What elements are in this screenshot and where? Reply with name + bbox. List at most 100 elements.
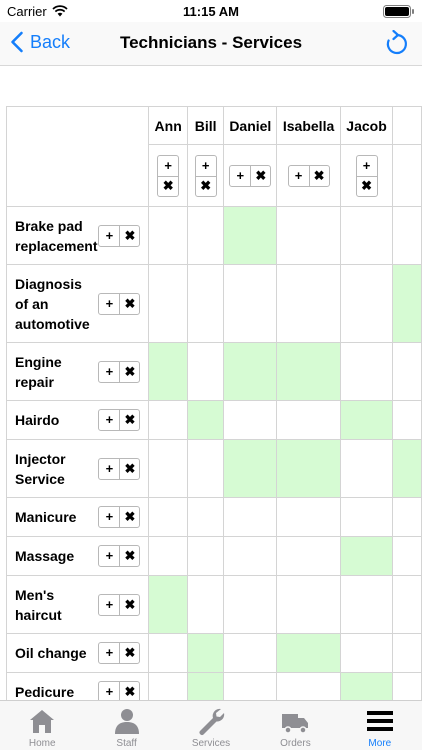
assigned-cell[interactable] <box>392 439 422 498</box>
service-add-button[interactable]: + <box>99 595 119 615</box>
unassigned-cell[interactable] <box>276 536 341 576</box>
technician-add-button[interactable]: + <box>357 156 377 176</box>
unassigned-cell[interactable] <box>186 342 225 401</box>
unassigned-cell[interactable] <box>339 575 394 634</box>
service-add-button[interactable]: + <box>99 294 119 314</box>
tab-more[interactable]: More <box>338 701 422 750</box>
unassigned-cell[interactable] <box>392 206 422 265</box>
service-remove-button[interactable]: ✖ <box>119 225 139 246</box>
assignment-grid[interactable]: Ann Bill Daniel Isabella Jacob + ✖ + ✖ + ✖ + ✖ + ✖ Bra… <box>0 66 422 700</box>
service-remove-button[interactable]: ✖ <box>119 682 139 700</box>
technician-add-button[interactable]: + <box>289 166 309 186</box>
service-row: Diagnosis of an automotive + ✖ <box>5 264 422 343</box>
assigned-cell[interactable] <box>339 536 394 576</box>
tab-staff[interactable]: Staff <box>84 701 168 750</box>
service-remove-button[interactable]: ✖ <box>119 546 139 566</box>
assigned-cell[interactable] <box>148 342 188 401</box>
technician-remove-button[interactable]: ✖ <box>158 175 179 196</box>
unassigned-cell[interactable] <box>339 633 394 673</box>
unassigned-cell[interactable] <box>392 342 422 401</box>
service-add-button[interactable]: + <box>99 362 119 382</box>
assigned-cell[interactable] <box>392 264 422 343</box>
unassigned-cell[interactable] <box>339 497 394 537</box>
unassigned-cell[interactable] <box>186 575 225 634</box>
service-remove-button[interactable]: ✖ <box>119 507 139 527</box>
assigned-cell[interactable] <box>186 400 225 440</box>
service-add-button[interactable]: + <box>99 643 119 663</box>
assigned-cell[interactable] <box>186 672 225 700</box>
unassigned-cell[interactable] <box>148 536 188 576</box>
tab-services[interactable]: Services <box>169 701 253 750</box>
unassigned-cell[interactable] <box>223 672 278 700</box>
service-add-button[interactable]: + <box>99 459 119 479</box>
unassigned-cell[interactable] <box>392 672 422 700</box>
unassigned-cell[interactable] <box>223 633 278 673</box>
service-remove-button[interactable]: ✖ <box>119 410 139 430</box>
unassigned-cell[interactable] <box>276 575 341 634</box>
unassigned-cell[interactable] <box>148 400 188 440</box>
unassigned-cell[interactable] <box>186 497 225 537</box>
unassigned-cell[interactable] <box>148 497 188 537</box>
unassigned-cell[interactable] <box>392 400 422 440</box>
technician-name-row: Ann Bill Daniel Isabella Jacob <box>5 106 422 207</box>
unassigned-cell[interactable] <box>186 264 225 343</box>
assigned-cell[interactable] <box>276 633 341 673</box>
unassigned-cell[interactable] <box>223 536 278 576</box>
unassigned-cell[interactable] <box>339 264 394 343</box>
assigned-cell[interactable] <box>223 342 278 401</box>
unassigned-cell[interactable] <box>186 206 225 265</box>
tab-orders[interactable]: Orders <box>253 701 337 750</box>
unassigned-cell[interactable] <box>339 206 394 265</box>
unassigned-cell[interactable] <box>186 439 225 498</box>
assigned-cell[interactable] <box>148 575 188 634</box>
staff-icon <box>114 709 139 734</box>
service-add-button[interactable]: + <box>99 226 119 246</box>
service-add-button[interactable]: + <box>99 507 119 527</box>
service-add-button[interactable]: + <box>99 546 119 566</box>
technician-remove-button[interactable]: ✖ <box>308 165 329 186</box>
technician-add-button[interactable]: + <box>230 166 250 186</box>
assigned-cell[interactable] <box>339 400 394 440</box>
unassigned-cell[interactable] <box>339 342 394 401</box>
unassigned-cell[interactable] <box>223 497 278 537</box>
technician-add-button[interactable]: + <box>158 156 178 176</box>
assigned-cell[interactable] <box>276 342 341 401</box>
unassigned-cell[interactable] <box>276 672 341 700</box>
unassigned-cell[interactable] <box>392 633 422 673</box>
unassigned-cell[interactable] <box>276 497 341 537</box>
refresh-icon[interactable] <box>384 30 408 56</box>
unassigned-cell[interactable] <box>276 400 341 440</box>
service-remove-button[interactable]: ✖ <box>119 361 139 382</box>
technician-add-button[interactable]: + <box>196 156 216 176</box>
unassigned-cell[interactable] <box>148 672 188 700</box>
assigned-cell[interactable] <box>276 439 341 498</box>
service-add-button[interactable]: + <box>99 410 119 430</box>
assigned-cell[interactable] <box>223 206 278 265</box>
unassigned-cell[interactable] <box>148 264 188 343</box>
unassigned-cell[interactable] <box>148 206 188 265</box>
unassigned-cell[interactable] <box>276 206 341 265</box>
service-remove-button[interactable]: ✖ <box>119 293 139 314</box>
service-add-button[interactable]: + <box>99 682 119 700</box>
technician-remove-button[interactable]: ✖ <box>356 175 377 196</box>
unassigned-cell[interactable] <box>276 264 341 343</box>
assigned-cell[interactable] <box>186 633 225 673</box>
unassigned-cell[interactable] <box>392 536 422 576</box>
unassigned-cell[interactable] <box>223 575 278 634</box>
unassigned-cell[interactable] <box>186 536 225 576</box>
unassigned-cell[interactable] <box>223 264 278 343</box>
assigned-cell[interactable] <box>339 672 394 700</box>
unassigned-cell[interactable] <box>223 400 278 440</box>
service-remove-button[interactable]: ✖ <box>119 458 139 479</box>
unassigned-cell[interactable] <box>392 575 422 634</box>
unassigned-cell[interactable] <box>392 497 422 537</box>
service-remove-button[interactable]: ✖ <box>119 594 139 615</box>
unassigned-cell[interactable] <box>148 633 188 673</box>
unassigned-cell[interactable] <box>148 439 188 498</box>
tab-home[interactable]: Home <box>0 701 84 750</box>
unassigned-cell[interactable] <box>339 439 394 498</box>
technician-remove-button[interactable]: ✖ <box>250 165 270 186</box>
assigned-cell[interactable] <box>223 439 278 498</box>
service-remove-button[interactable]: ✖ <box>119 643 139 663</box>
technician-remove-button[interactable]: ✖ <box>195 175 216 196</box>
